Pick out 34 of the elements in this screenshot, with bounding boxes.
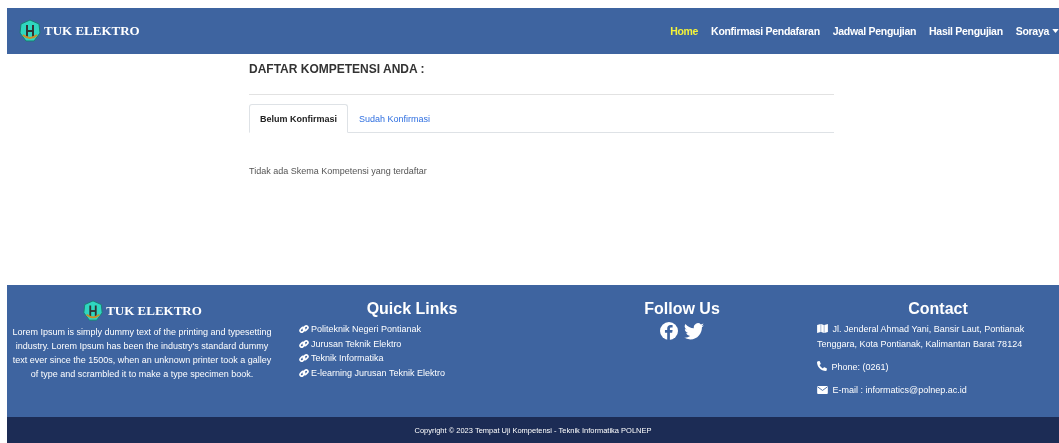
caret-icon [1052,29,1059,33]
footer-brand: TUK ELEKTRO [106,303,202,319]
contact-text: E-mail : informatics@polnep.ac.id [817,383,1059,398]
quick-link[interactable]: Teknik Informatika [311,351,384,366]
section-title: Quick Links [365,300,459,318]
envelope-icon [817,386,828,394]
section-title: Follow Us [644,300,720,318]
quick-link[interactable]: Jurusan Teknik Elektro [311,336,402,351]
logo-icon [82,300,105,322]
page-heading: DAFTAR KOMPETENSI ANDA : [249,62,834,95]
empty-message: Tidak ada Skema Kompetensi yang terdaftar [249,166,428,176]
logo-icon [18,19,42,43]
user-menu[interactable]: Soraya [1015,25,1059,37]
link-icon [299,324,309,335]
section-title: Contact [907,300,969,318]
about-text: Lorem Ipsum is simply dummy text of the printing and typesetting industry. Lorem Ipsum has been the industry's standard dummy text ever since the 1500s, when an unknown printer took a galley of type and scrambled it to make a type specimen book. [11,326,273,381]
quick-link[interactable]: Politeknik Negeri Pontianak [311,322,422,337]
twitter-icon[interactable] [684,322,704,340]
link-icon [299,367,309,378]
nav-link[interactable]: Hasil Pengujian [929,25,1003,37]
nav-link[interactable]: Home [670,25,699,37]
nav-link[interactable]: Konfirmasi Pendafaran [711,25,820,37]
nav-link[interactable]: Jadwal Pengujian [832,25,917,37]
quick-link[interactable]: E-learning Jurusan Teknik Elektro [311,365,445,380]
link-icon [299,338,309,349]
contact-text: Phone: (0261) [817,360,1059,375]
facebook-icon[interactable] [660,322,678,340]
brand-name[interactable]: TUK ELEKTRO [44,23,140,39]
phone-icon [817,361,827,371]
link-icon [299,353,309,364]
map-icon [817,324,828,333]
tab[interactable]: Sudah Konfirmasi [348,104,442,133]
contact-text: Jl. Jenderal Ahmad Yani, Bansir Laut, Pontianak Tenggara, Kota Pontianak, Kalimantan Barat 78124 [817,323,1026,351]
tab[interactable]: Belum Konfirmasi [249,104,348,133]
